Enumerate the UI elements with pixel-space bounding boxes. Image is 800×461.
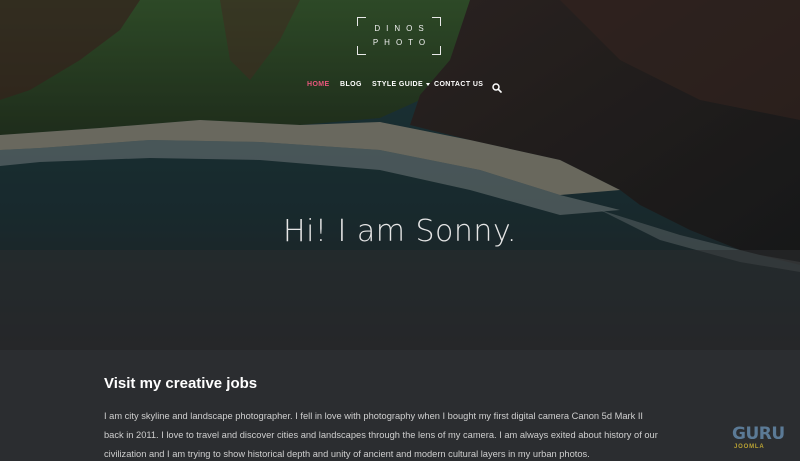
guru-joomla-badge[interactable]: GURU JOOMLA: [732, 424, 796, 454]
page: DINOS PHOTO HOME BLOG STYLE GUIDE CONTAC…: [0, 0, 800, 461]
site-logo[interactable]: DINOS PHOTO: [357, 17, 441, 55]
chevron-down-icon: [426, 82, 431, 86]
nav-item-style-guide[interactable]: STYLE GUIDE: [372, 81, 431, 88]
nav-item-home[interactable]: HOME: [307, 81, 330, 88]
logo-corner: [357, 46, 366, 55]
section-heading: Visit my creative jobs: [104, 375, 258, 392]
nav-item-blog[interactable]: BLOG: [340, 81, 362, 88]
about-paragraph: I am city skyline and landscape photogra…: [104, 411, 658, 459]
logo-text-line1: DINOS: [374, 24, 430, 33]
main-navigation: HOME BLOG STYLE GUIDE CONTACT US: [0, 81, 800, 95]
logo-corner: [432, 46, 441, 55]
hero-title: Hi! I am Sonny.: [283, 214, 517, 250]
about-section: Visit my creative jobs I am city skyline…: [104, 375, 664, 461]
nav-item-contact-us[interactable]: CONTACT US: [434, 81, 483, 88]
search-icon[interactable]: [492, 80, 502, 93]
badge-text-joomla: JOOMLA: [734, 444, 765, 450]
nav-item-style-guide-label: STYLE GUIDE: [372, 81, 424, 88]
logo-text-line2: PHOTO: [372, 38, 432, 47]
badge-text-guru: GURU: [732, 424, 785, 444]
